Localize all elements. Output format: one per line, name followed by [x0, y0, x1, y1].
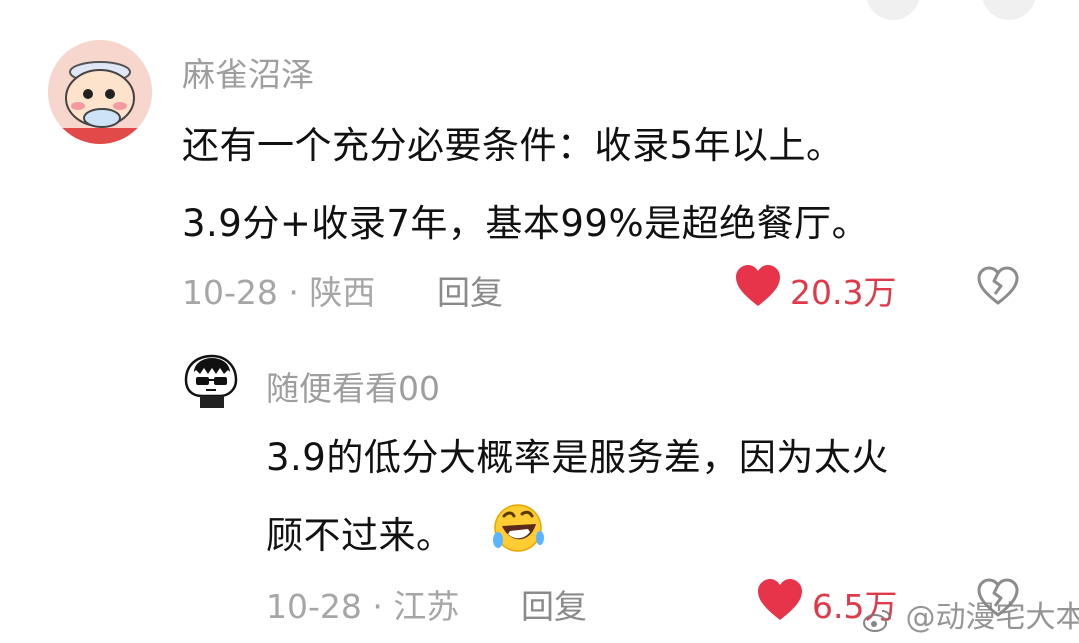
reply-location: 江苏: [393, 587, 460, 626]
watermark: @动漫宅大本营: [862, 592, 1079, 636]
comment-reply-button[interactable]: 回复: [437, 266, 503, 314]
top-action-circle-left: [866, 0, 920, 20]
avatar[interactable]: [48, 40, 152, 144]
meta-separator: ·: [372, 587, 383, 626]
comment-meta: 10-28 · 陕西: [182, 266, 375, 314]
reply-reply-button[interactable]: 回复: [521, 580, 587, 628]
comment-text-line-2: 3.9分+收录7年，基本99%是超绝餐厅。: [182, 202, 870, 245]
reply-text-line-1: 3.9的低分大概率是服务差，因为太火: [266, 436, 889, 479]
reply-avatar[interactable]: [180, 350, 242, 412]
comment-text-line-1: 还有一个充分必要条件：收录5年以上。: [182, 124, 844, 167]
top-action-circle-right: [982, 0, 1036, 20]
reply-avatar-image: [180, 350, 242, 412]
comment-username[interactable]: 麻雀沼泽: [182, 48, 314, 96]
broken-heart-icon: [977, 266, 1019, 305]
meta-separator: ·: [288, 273, 299, 312]
like-button[interactable]: [734, 264, 782, 312]
watermark-text: @动漫宅大本营: [905, 600, 1079, 635]
weibo-logo-icon: [862, 606, 892, 632]
dislike-button[interactable]: [976, 266, 1020, 310]
reply-username[interactable]: 随便看看00: [266, 362, 440, 410]
reply-date: 10-28: [266, 587, 362, 626]
comment-location: 陕西: [309, 273, 376, 312]
heart-icon: [758, 579, 802, 620]
heart-icon: [736, 265, 780, 306]
comment-like-count: 20.3万: [790, 273, 897, 312]
reply-like-button[interactable]: [756, 578, 804, 626]
reply-meta: 10-28 · 江苏: [266, 580, 459, 628]
comment-date: 10-28: [182, 273, 278, 312]
reply-text-line-2: 顾不过来。: [266, 514, 454, 557]
rolling-on-floor-laughing-emoji-icon: [488, 502, 548, 558]
avatar-image: [48, 40, 152, 144]
